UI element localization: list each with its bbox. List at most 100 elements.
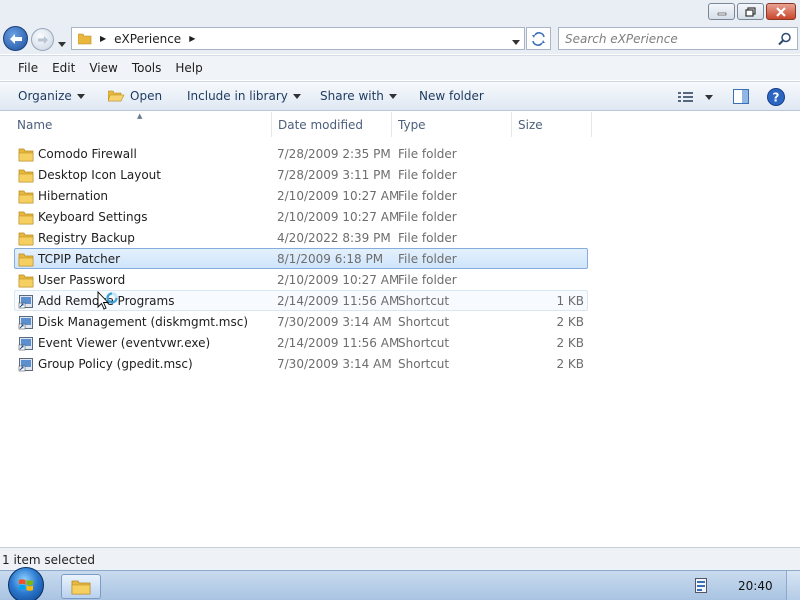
svg-text:?: ? <box>773 91 780 105</box>
list-item[interactable]: Keyboard Settings 2/10/2009 10:27 AM Fil… <box>14 206 588 227</box>
preview-pane-button[interactable] <box>733 89 749 104</box>
refresh-icon <box>531 31 545 46</box>
list-item[interactable]: Hibernation 2/10/2009 10:27 AM File fold… <box>14 185 588 206</box>
shortcut-icon <box>18 358 33 372</box>
breadcrumb-chevron-icon[interactable]: ▶ <box>189 34 195 43</box>
minimize-icon <box>717 12 726 15</box>
item-type: File folder <box>398 168 457 182</box>
column-header-row: Name ▲ Date modified Type Size <box>0 112 800 137</box>
list-item[interactable]: Group Policy (gpedit.msc) 7/30/2009 3:14… <box>14 353 588 374</box>
item-date: 2/10/2009 10:27 AM <box>277 189 400 203</box>
list-item[interactable]: Disk Management (diskmgmt.msc) 7/30/2009… <box>14 311 588 332</box>
include-in-library-button[interactable]: Include in library <box>187 89 301 103</box>
address-history-dropdown[interactable] <box>512 34 520 48</box>
close-button[interactable] <box>766 3 796 20</box>
chevron-down-icon <box>512 40 520 45</box>
list-item[interactable]: Comodo Firewall 7/28/2009 2:35 PM File f… <box>14 143 588 164</box>
folder-icon <box>18 232 34 246</box>
sort-ascending-icon: ▲ <box>137 112 143 120</box>
item-name: TCPIP Patcher <box>38 252 121 266</box>
minimize-button[interactable] <box>708 3 735 20</box>
command-bar: Organize Open Include in library Share w… <box>0 81 800 111</box>
list-item[interactable]: User Password 2/10/2009 10:27 AM File fo… <box>14 269 588 290</box>
busy-cursor-icon <box>97 291 118 310</box>
share-with-button[interactable]: Share with <box>320 89 397 103</box>
search-icon[interactable] <box>778 32 792 46</box>
item-size: 2 KB <box>556 315 584 329</box>
tray-action-center[interactable] <box>694 578 708 596</box>
item-type: Shortcut <box>398 357 450 371</box>
refresh-button[interactable] <box>526 27 551 50</box>
list-item[interactable]: Event Viewer (eventvwr.exe) 2/14/2009 11… <box>14 332 588 353</box>
system-clock[interactable]: 20:40 <box>738 579 773 593</box>
item-date: 8/1/2009 6:18 PM <box>277 252 384 266</box>
folder-icon <box>78 33 92 45</box>
folder-icon <box>71 580 91 595</box>
item-name: Event Viewer (eventvwr.exe) <box>38 336 211 350</box>
help-icon: ? <box>767 88 785 106</box>
column-name-label: Name <box>17 118 53 132</box>
column-header-type[interactable]: Type <box>392 112 512 137</box>
menu-edit[interactable]: Edit <box>52 61 75 75</box>
open-button[interactable]: Open <box>108 89 162 103</box>
item-name: User Password <box>38 273 126 287</box>
title-bar <box>0 0 800 24</box>
column-header-size[interactable]: Size <box>512 112 592 137</box>
item-size: 1 KB <box>556 294 584 308</box>
item-name: Registry Backup <box>38 231 135 245</box>
new-folder-button[interactable]: New folder <box>419 89 484 103</box>
open-folder-icon <box>108 90 125 102</box>
item-name: Group Policy (gpedit.msc) <box>38 357 193 371</box>
item-date: 2/10/2009 10:27 AM <box>277 273 400 287</box>
status-bar: 1 item selected <box>0 547 800 570</box>
change-view-button[interactable] <box>678 91 713 103</box>
list-item[interactable]: Desktop Icon Layout 7/28/2009 3:11 PM Fi… <box>14 164 588 185</box>
column-header-name[interactable]: Name <box>17 112 272 137</box>
back-button[interactable] <box>3 26 28 51</box>
item-date: 4/20/2022 8:39 PM <box>277 231 391 245</box>
chevron-down-icon <box>705 94 713 100</box>
menu-help[interactable]: Help <box>175 61 202 75</box>
item-type: File folder <box>398 210 457 224</box>
item-name: Disk Management (diskmgmt.msc) <box>38 315 249 329</box>
folder-icon <box>18 148 34 162</box>
recent-pages-dropdown[interactable] <box>58 36 66 50</box>
column-size-label: Size <box>518 118 543 132</box>
item-name: Keyboard Settings <box>38 210 148 224</box>
address-bar[interactable]: ▶ eXPerience ▶ <box>71 27 525 50</box>
shortcut-icon <box>18 295 33 309</box>
arrow-left-icon <box>9 33 22 44</box>
share-with-label: Share with <box>320 89 384 103</box>
organize-button[interactable]: Organize <box>18 89 85 103</box>
help-button[interactable]: ? <box>767 88 785 106</box>
item-type: File folder <box>398 252 457 266</box>
search-box[interactable] <box>558 27 798 50</box>
item-name: Comodo Firewall <box>38 147 137 161</box>
item-date: 2/10/2009 10:27 AM <box>277 210 400 224</box>
item-date: 7/30/2009 3:14 AM <box>277 357 392 371</box>
list-item[interactable]: Registry Backup 4/20/2022 8:39 PM File f… <box>14 227 588 248</box>
menu-view[interactable]: View <box>89 61 117 75</box>
folder-icon <box>18 211 34 225</box>
taskbar-explorer-button[interactable] <box>61 574 101 599</box>
breadcrumb-current[interactable]: eXPerience <box>114 32 181 46</box>
open-label: Open <box>130 89 163 103</box>
item-type: Shortcut <box>398 294 450 308</box>
list-item-selected[interactable]: TCPIP Patcher 8/1/2009 6:18 PM File fold… <box>14 248 588 269</box>
column-header-date-modified[interactable]: Date modified <box>272 112 392 137</box>
close-icon <box>776 6 786 17</box>
chevron-down-icon <box>388 93 397 99</box>
menu-tools[interactable]: Tools <box>132 61 162 75</box>
folder-icon <box>18 253 34 267</box>
shortcut-icon <box>18 337 33 351</box>
item-type: File folder <box>398 147 457 161</box>
item-type: Shortcut <box>398 315 450 329</box>
menu-file[interactable]: File <box>18 61 38 75</box>
forward-button[interactable] <box>31 28 54 51</box>
restore-button[interactable] <box>737 3 764 20</box>
item-size: 2 KB <box>556 336 584 350</box>
item-name: Desktop Icon Layout <box>38 168 161 182</box>
search-input[interactable] <box>565 30 770 47</box>
show-desktop-button[interactable] <box>786 571 800 600</box>
start-button[interactable] <box>8 567 44 600</box>
